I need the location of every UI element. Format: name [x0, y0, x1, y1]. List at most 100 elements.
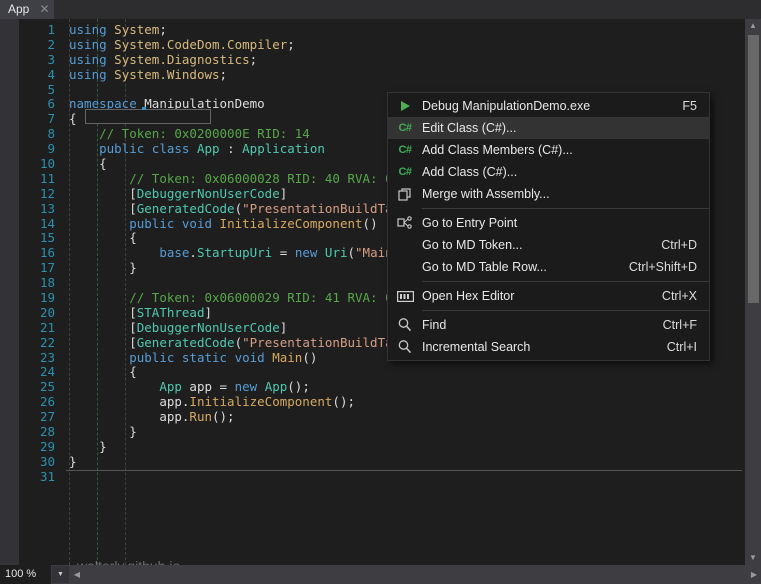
line-number: 8 [47, 126, 55, 142]
zoom-level-value[interactable]: 100 % [0, 565, 52, 584]
menu-item[interactable]: Go to Entry Point [388, 212, 709, 234]
menu-item[interactable]: C# Add Class (C#)... [388, 161, 709, 183]
close-icon[interactable]: ✕ [38, 3, 51, 16]
scroll-down-arrow-icon[interactable]: ▼ [745, 551, 761, 565]
code-line: 16 base.StartupUri = new Uri("MainWi [19, 245, 415, 261]
ide-window: App ✕ 1 using System; 2 using System.CodeDo… [0, 0, 761, 584]
menu-item-icon-empty [388, 256, 422, 278]
entry-point-icon [388, 212, 422, 234]
line-number: 21 [39, 319, 55, 335]
code-line: 9 public class App : Application [19, 141, 415, 157]
line-number: 30 [39, 453, 55, 469]
code-line: 25 App app = new App(); [19, 379, 415, 395]
hex-editor-icon [388, 285, 422, 307]
line-number: 12 [39, 185, 55, 201]
menu-item-label: Go to MD Table Row... [422, 260, 547, 274]
menu-item[interactable]: Open Hex Editor Ctrl+X [388, 285, 709, 307]
line-number: 7 [47, 111, 55, 127]
line-number: 16 [39, 245, 55, 261]
menu-item-shortcut: Ctrl+X [661, 289, 697, 303]
csharp-icon: C# [398, 144, 412, 156]
line-number: 22 [39, 334, 55, 350]
code-line: 21 [DebuggerNonUserCode] [19, 319, 415, 336]
code-line: 27 app.Run(); [19, 409, 415, 425]
menu-item[interactable]: Incremental Search Ctrl+I [388, 336, 709, 358]
line-number: 28 [39, 424, 55, 440]
line-number: 4 [47, 66, 55, 82]
code-line: 10 { [19, 156, 415, 172]
menu-item[interactable]: Go to MD Token... Ctrl+D [388, 234, 709, 256]
menu-item-label: Add Class Members (C#)... [422, 143, 573, 157]
menu-item-label: Merge with Assembly... [422, 187, 550, 201]
code-line: 5 [19, 82, 415, 98]
line-number: 19 [39, 290, 55, 306]
code-line: 30} [19, 453, 415, 470]
code-line: 14 public void InitializeComponent() [19, 216, 415, 232]
tab-app[interactable]: App ✕ [0, 0, 54, 19]
menu-item-label: Edit Class (C#)... [422, 121, 517, 135]
scroll-right-arrow-icon[interactable]: ▶ [747, 565, 761, 584]
code-line: 8 // Token: 0x0200000E RID: 14 [19, 126, 415, 142]
menu-separator [422, 208, 709, 209]
line-number: 3 [47, 51, 55, 67]
menu-item[interactable]: C# Add Class Members (C#)... [388, 139, 709, 161]
menu-item-label: Go to MD Token... [422, 238, 523, 252]
line-number: 20 [39, 304, 55, 320]
context-menu[interactable]: Debug ManipulationDemo.exe F5 C# Edit Class… [387, 92, 710, 361]
menu-item-label: Add Class (C#)... [422, 165, 518, 179]
current-line-caret-box [85, 109, 211, 124]
menu-item[interactable]: Merge with Assembly... [388, 183, 709, 205]
line-number: 18 [39, 275, 55, 291]
tab-strip: App ✕ [0, 0, 761, 19]
line-number: 17 [39, 260, 55, 276]
code-line: 22 [GeneratedCode("PresentationBuildTask… [19, 334, 415, 351]
code-line: 20 [STAThread] [19, 304, 415, 321]
search-icon [388, 314, 422, 336]
vertical-scrollbar-thumb[interactable] [748, 35, 759, 303]
menu-item[interactable]: Debug ManipulationDemo.exe F5 [388, 95, 709, 117]
chevron-down-icon[interactable]: ▼ [52, 566, 69, 583]
menu-item[interactable]: C# Edit Class (C#)... [388, 117, 709, 139]
csharp-icon: C# [398, 122, 412, 134]
menu-item[interactable]: Go to MD Table Row... Ctrl+Shift+D [388, 256, 709, 278]
search-icon [388, 336, 422, 358]
csharp-icon: C# [398, 166, 412, 178]
scroll-up-arrow-icon[interactable]: ▲ [745, 19, 761, 33]
scroll-left-arrow-icon[interactable]: ◀ [70, 565, 84, 584]
code-line: 18 [19, 275, 415, 291]
play-icon [388, 95, 422, 117]
code-line: 24 { [19, 365, 415, 380]
line-number: 29 [39, 438, 55, 454]
menu-item[interactable]: Find Ctrl+F [388, 314, 709, 336]
code-line: 15 { [19, 231, 415, 246]
menu-item-shortcut: Ctrl+Shift+D [628, 260, 697, 274]
code-line: 4 using System.Windows; [19, 66, 415, 83]
merge-assembly-icon [388, 183, 422, 205]
code-line: 12 [DebuggerNonUserCode] [19, 185, 415, 202]
code-lines: 1 using System; 2 using System.CodeDom.Comp… [19, 22, 415, 485]
line-number: 15 [39, 230, 55, 246]
line-number: 9 [47, 141, 55, 157]
menu-separator [422, 310, 709, 311]
status-bar: 100 % ▼ ◀ ▶ [0, 565, 761, 584]
code-line: 6 namespace ManipulationDemo [19, 97, 415, 112]
watermark-text: walterlv.github.io [77, 558, 180, 565]
line-number: 11 [39, 170, 55, 186]
line-number: 13 [39, 200, 55, 216]
vertical-scrollbar[interactable]: ▲ ▼ [745, 19, 761, 565]
code-line: 17 } [19, 260, 415, 276]
code-line: 29 } [19, 438, 415, 455]
code-line: 31 [19, 469, 415, 485]
code-line: 13 [GeneratedCode("PresentationBuildTask [19, 200, 415, 217]
code-line: 19 // Token: 0x06000029 RID: 41 RVA: 0x0 [19, 290, 415, 306]
line-number: 10 [39, 156, 55, 172]
line-number: 24 [39, 364, 55, 380]
line-number: 25 [39, 379, 55, 395]
menu-item-label: Go to Entry Point [422, 216, 518, 230]
code-line: 28 } [19, 424, 415, 440]
menu-item-label: Incremental Search [422, 340, 531, 354]
code-line: 11 // Token: 0x06000028 RID: 40 RVA: 0x0 [19, 170, 415, 187]
menu-separator [422, 281, 709, 282]
menu-item-label: Find [422, 318, 447, 332]
menu-item-shortcut: Ctrl+I [666, 340, 697, 354]
